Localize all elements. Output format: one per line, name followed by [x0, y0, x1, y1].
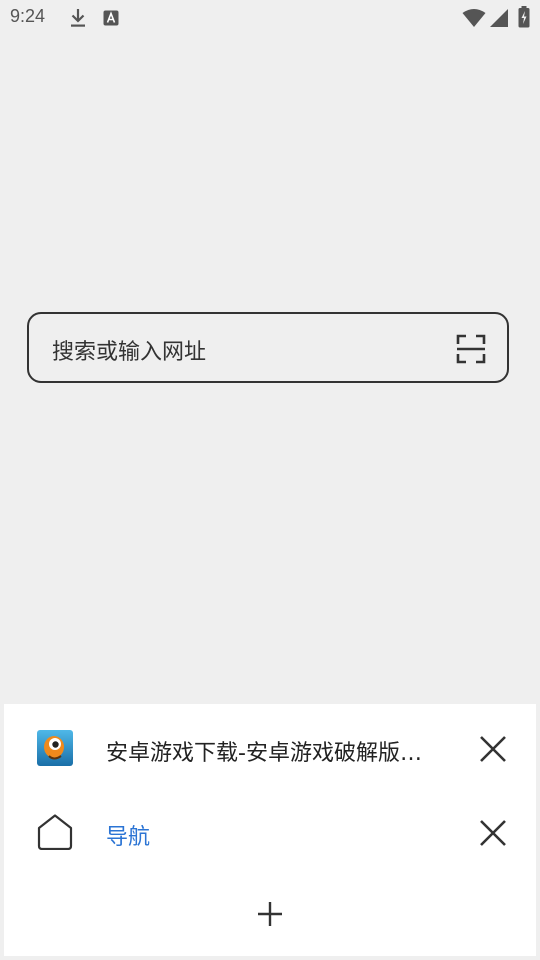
tab-title: 导航: [106, 825, 151, 850]
close-icon[interactable]: [478, 734, 508, 764]
tab-item[interactable]: 导航: [4, 792, 536, 870]
status-bar: 9:24: [0, 0, 540, 36]
tab-switcher-panel: 安卓游戏下载-安卓游戏破解版… 导航: [4, 704, 536, 956]
close-icon[interactable]: [478, 818, 508, 848]
plus-icon[interactable]: [255, 899, 285, 929]
status-time: 9:24: [10, 6, 46, 26]
bird-app-icon: [37, 730, 73, 766]
home-icon: [37, 814, 73, 850]
search-bar[interactable]: 搜索或输入网址: [27, 312, 509, 383]
tab-item[interactable]: 安卓游戏下载-安卓游戏破解版…: [4, 708, 536, 786]
search-input[interactable]: 搜索或输入网址: [52, 334, 206, 366]
tab-title: 安卓游戏下载-安卓游戏破解版…: [106, 741, 422, 766]
wifi-icon: [462, 9, 486, 27]
battery-charging-icon: [518, 6, 530, 28]
scan-icon[interactable]: [456, 334, 486, 364]
download-icon: [71, 9, 85, 27]
signal-icon: [490, 9, 508, 27]
a-notification-icon: [103, 10, 119, 26]
